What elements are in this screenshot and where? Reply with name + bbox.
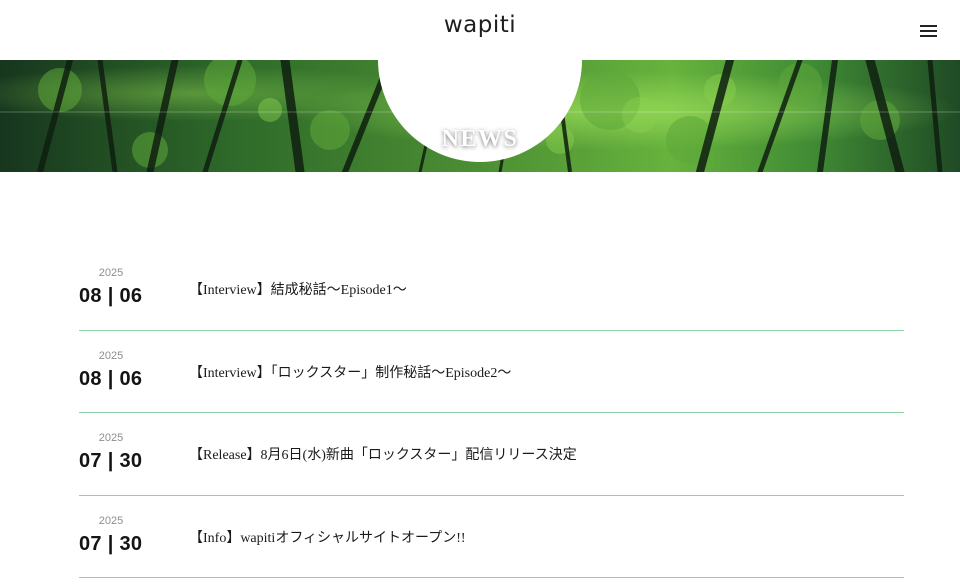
news-list: 2025 08 | 06 【Interview】結成秘話〜Episode1〜 2… xyxy=(79,248,904,578)
news-item[interactable]: 2025 07 | 30 【Info】wapitiオフィシャルサイトオープン!! xyxy=(79,496,904,578)
site-logo[interactable]: wapiti xyxy=(0,12,960,38)
menu-bar xyxy=(920,30,937,32)
news-year: 2025 xyxy=(98,349,124,362)
news-item[interactable]: 2025 07 | 30 【Release】8月6日(水)新曲「ロックスター」配… xyxy=(79,413,904,496)
menu-bar xyxy=(920,35,937,37)
page-title: NEWS xyxy=(441,126,519,152)
news-date: 07 | 30 xyxy=(79,450,143,472)
hamburger-menu-icon[interactable] xyxy=(919,22,939,38)
news-title[interactable]: 【Interview】結成秘話〜Episode1〜 xyxy=(189,279,407,299)
menu-bar xyxy=(920,25,937,27)
news-title[interactable]: 【Release】8月6日(水)新曲「ロックスター」配信リリース決定 xyxy=(189,444,577,464)
news-hero-banner: NEWS xyxy=(0,60,960,172)
news-year: 2025 xyxy=(98,432,124,444)
forest-canopy-image xyxy=(0,60,960,172)
news-date: 07 | 30 xyxy=(79,532,143,555)
news-item[interactable]: 2025 08 | 06 【Interview】結成秘話〜Episode1〜 xyxy=(79,248,904,331)
news-date: 08 | 06 xyxy=(79,367,143,390)
news-title[interactable]: 【Info】wapitiオフィシャルサイトオープン!! xyxy=(189,527,466,547)
news-item[interactable]: 2025 08 | 06 【Interview】「ロックスター」制作秘話〜Epi… xyxy=(79,331,904,413)
news-title[interactable]: 【Interview】「ロックスター」制作秘話〜Episode2〜 xyxy=(189,362,511,382)
site-header: wapiti xyxy=(0,0,960,60)
news-year: 2025 xyxy=(98,514,124,527)
news-date: 08 | 06 xyxy=(79,285,143,307)
news-year: 2025 xyxy=(98,267,124,279)
